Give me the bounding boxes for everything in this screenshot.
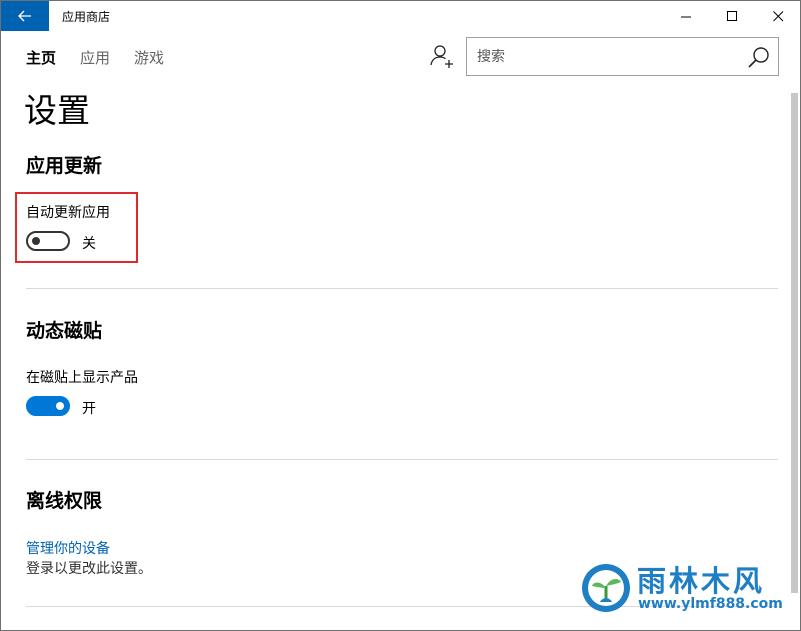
search-icon[interactable] — [747, 45, 771, 69]
watermark-url: www.ylmf888.com — [638, 596, 783, 612]
nav-home[interactable]: 主页 — [26, 47, 56, 68]
title-bar: 应用商店 — [1, 1, 800, 31]
search-box[interactable] — [466, 37, 779, 76]
vertical-scrollbar[interactable] — [788, 85, 800, 630]
watermark: 雨林木风 www.ylmf888.com — [574, 558, 796, 622]
window-title: 应用商店 — [62, 10, 111, 24]
highlight-annotation-box — [15, 192, 138, 263]
toggle-knob — [56, 402, 64, 410]
page-title: 设置 — [24, 91, 90, 130]
back-button[interactable] — [1, 1, 49, 31]
sign-in-hint: 登录以更改此设置。 — [26, 561, 152, 577]
show-products-toggle[interactable] — [26, 396, 70, 416]
close-icon — [772, 10, 783, 21]
section-title-app-updates: 应用更新 — [26, 155, 103, 177]
app-window: 应用商店 主页 应用 游戏 设置 — [0, 0, 801, 631]
manage-devices-link[interactable]: 管理你的设备 — [26, 538, 110, 558]
maximize-button[interactable] — [709, 1, 755, 31]
minimize-icon — [680, 16, 691, 17]
section-title-offline-permissions: 离线权限 — [26, 490, 103, 512]
nav-apps[interactable]: 应用 — [80, 47, 110, 68]
show-products-state: 开 — [82, 401, 96, 417]
account-add-icon[interactable] — [429, 43, 455, 69]
nav-games[interactable]: 游戏 — [134, 47, 164, 68]
scrollbar-thumb[interactable] — [791, 93, 798, 593]
section-divider — [26, 459, 778, 460]
search-input[interactable] — [477, 46, 737, 68]
minimize-button[interactable] — [663, 1, 709, 31]
watermark-name: 雨林木风 — [637, 564, 766, 598]
back-arrow-icon — [18, 10, 31, 22]
section-divider — [26, 288, 778, 289]
watermark-logo-icon — [582, 564, 630, 612]
section-title-live-tiles: 动态磁贴 — [26, 320, 103, 342]
close-button[interactable] — [755, 1, 800, 31]
maximize-icon — [726, 10, 737, 21]
show-products-label: 在磁贴上显示产品 — [26, 370, 138, 386]
